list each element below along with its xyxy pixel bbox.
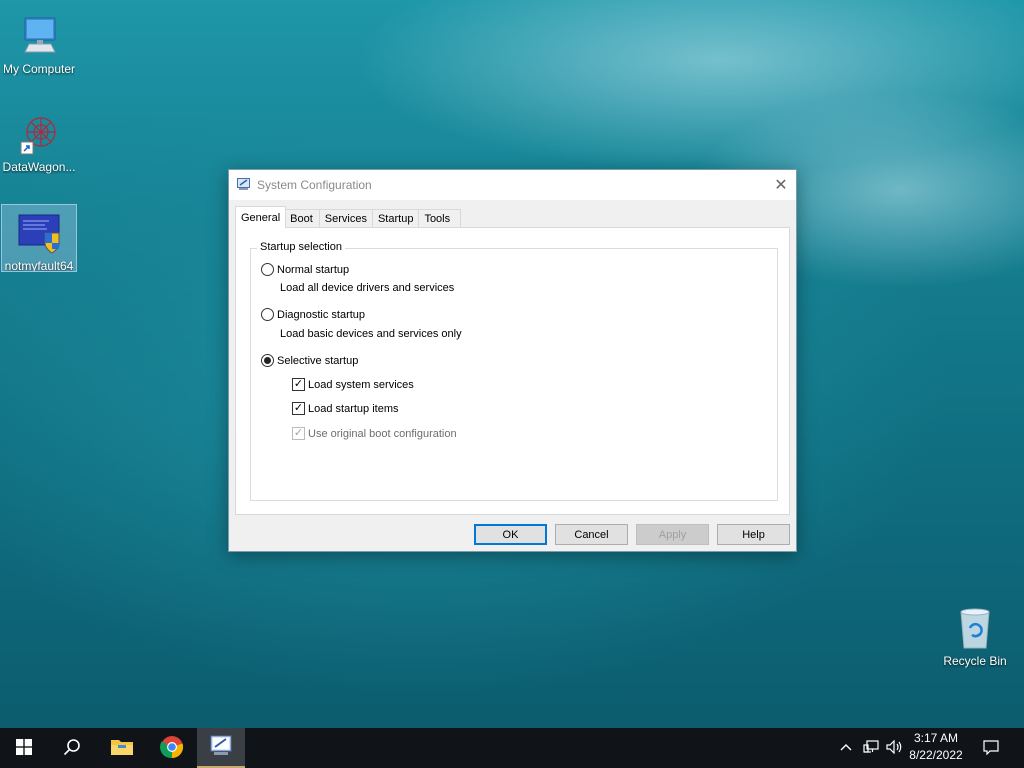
desktop-icon-label: notmyfault64 [4, 259, 74, 271]
chrome-icon [159, 735, 184, 762]
computer-icon [15, 12, 63, 60]
desktop-icon-label: Recycle Bin [943, 654, 1007, 668]
startup-selection-group: Startup selection Normal startup Load al… [250, 241, 778, 501]
use-original-boot-checkbox: ✓ [292, 427, 305, 440]
load-startup-items-option[interactable]: ✓ Load startup items [292, 402, 399, 415]
ok-button[interactable]: OK [474, 524, 547, 545]
desktop-icon-label: My Computer [2, 62, 76, 76]
cancel-button[interactable]: Cancel [555, 524, 628, 545]
load-startup-items-checkbox[interactable]: ✓ [292, 402, 305, 415]
desktop-icon-datawagon[interactable]: DataWagon... [1, 106, 77, 174]
clock-time: 3:17 AM [913, 731, 959, 745]
msconfig-icon [237, 177, 251, 194]
taskbar-clock[interactable]: 3:17 AM 8/22/2022 [904, 730, 968, 764]
tab-boot[interactable]: Boot [285, 209, 320, 228]
volume-button[interactable] [884, 728, 906, 768]
show-hidden-icons-button[interactable] [836, 728, 856, 768]
tab-tools[interactable]: Tools [418, 209, 462, 228]
chrome-button[interactable] [148, 728, 196, 768]
file-explorer-button[interactable] [98, 728, 146, 768]
volume-icon [886, 739, 904, 757]
load-system-services-label: Load system services [308, 378, 414, 391]
notmyfault-icon [15, 209, 63, 257]
system-configuration-taskbar-button[interactable] [197, 728, 245, 768]
network-icon [863, 739, 879, 757]
close-button[interactable]: ✕ [766, 170, 796, 200]
search-button[interactable] [48, 728, 96, 768]
normal-startup-description: Load all device drivers and services [280, 282, 455, 294]
group-title: Startup selection [257, 241, 345, 253]
diagnostic-startup-option[interactable]: Diagnostic startup [261, 308, 365, 321]
normal-startup-label: Normal startup [277, 263, 350, 276]
apply-button: Apply [636, 524, 709, 545]
load-system-services-option[interactable]: ✓ Load system services [292, 378, 414, 391]
start-button[interactable] [0, 728, 48, 768]
normal-startup-option[interactable]: Normal startup [261, 263, 349, 276]
load-startup-items-label: Load startup items [308, 402, 399, 415]
network-button[interactable] [860, 728, 882, 768]
system-configuration-dialog: System Configuration ✕ General Boot Serv… [228, 169, 797, 552]
close-icon: ✕ [774, 177, 788, 194]
selective-startup-radio[interactable] [261, 354, 274, 367]
search-icon [63, 738, 81, 759]
general-tab-panel: Startup selection Normal startup Load al… [235, 227, 790, 515]
selective-startup-label: Selective startup [277, 354, 359, 367]
recycle-bin-icon [951, 604, 999, 652]
tab-general[interactable]: General [235, 206, 287, 228]
use-original-boot-option: ✓ Use original boot configuration [292, 427, 457, 440]
normal-startup-radio[interactable] [261, 263, 274, 276]
datawagon-icon [15, 110, 63, 158]
load-system-services-checkbox[interactable]: ✓ [292, 378, 305, 391]
action-center-button[interactable] [976, 728, 1006, 768]
use-original-boot-label: Use original boot configuration [308, 427, 457, 440]
help-button[interactable]: Help [717, 524, 790, 545]
desktop-icon-notmyfault64[interactable]: notmyfault64 [1, 204, 77, 272]
diagnostic-startup-radio[interactable] [261, 308, 274, 321]
tab-services[interactable]: Services [318, 209, 373, 228]
tab-startup[interactable]: Startup [371, 209, 420, 228]
desktop-icon-label: DataWagon... [2, 160, 76, 174]
notification-icon [983, 739, 999, 758]
tab-strip: General Boot Services Startup Tools [235, 206, 462, 228]
diagnostic-startup-label: Diagnostic startup [277, 308, 366, 321]
clock-date: 8/22/2022 [909, 748, 963, 762]
selective-startup-option[interactable]: Selective startup [261, 354, 358, 367]
start-icon [16, 738, 32, 758]
system-configuration-icon [209, 735, 233, 760]
chevron-up-icon [840, 742, 852, 754]
dialog-title: System Configuration [257, 178, 372, 192]
desktop-icon-my-computer[interactable]: My Computer [1, 8, 77, 76]
diagnostic-startup-description: Load basic devices and services only [280, 328, 462, 340]
desktop-icon-recycle-bin[interactable]: Recycle Bin [937, 600, 1013, 668]
file-explorer-icon [110, 737, 134, 760]
taskbar: 3:17 AM 8/22/2022 [0, 728, 1024, 768]
dialog-titlebar[interactable]: System Configuration ✕ [229, 170, 796, 200]
